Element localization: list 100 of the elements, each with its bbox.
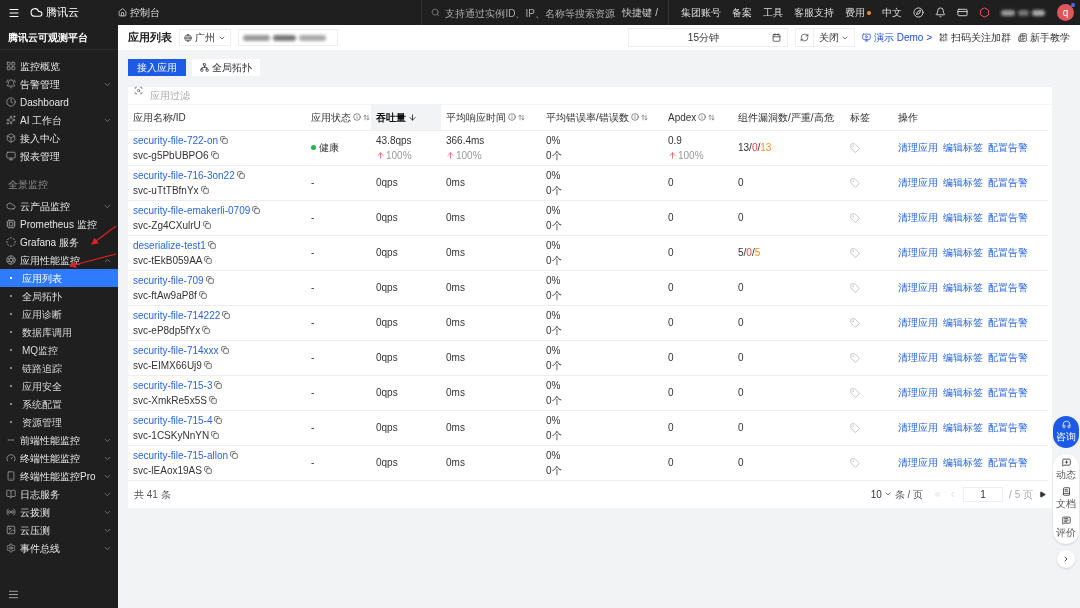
action-link[interactable]: 配置告警 xyxy=(988,245,1028,260)
copy-icon[interactable] xyxy=(236,171,245,179)
sidebar-item[interactable]: Prometheus 监控 xyxy=(0,215,118,233)
sidebar-item[interactable]: 终端性能监控 xyxy=(0,449,118,467)
user-avatar[interactable]: q xyxy=(1057,4,1074,21)
sort-icon[interactable] xyxy=(708,113,716,121)
menu-icon[interactable] xyxy=(8,6,20,19)
language-link[interactable]: 中文 xyxy=(882,5,902,20)
info-icon[interactable] xyxy=(508,113,516,122)
copy-icon[interactable] xyxy=(205,276,214,284)
search-field[interactable]: 支持通过实例ID、IP、名称等搜索资源 xyxy=(422,1,617,26)
action-link[interactable]: 编辑标签 xyxy=(943,175,983,190)
topbar-link[interactable]: 费用 xyxy=(845,5,871,20)
copy-icon[interactable] xyxy=(207,241,216,249)
topology-button[interactable]: 全局拓扑 xyxy=(192,59,260,76)
app-name-link[interactable]: security-file-714222 xyxy=(133,307,221,323)
action-link[interactable]: 清理应用 xyxy=(898,350,938,365)
app-name-link[interactable]: security-file-722-on xyxy=(133,132,219,148)
action-link[interactable]: 编辑标签 xyxy=(943,245,983,260)
copy-icon[interactable] xyxy=(222,311,231,319)
sidebar-subitem[interactable]: 应用列表 xyxy=(0,269,118,287)
page-size-select[interactable]: 10 xyxy=(870,486,892,502)
sort-descending-icon[interactable] xyxy=(408,112,417,122)
app-name-link[interactable]: security-file-716-3on22 xyxy=(133,167,235,183)
refresh-icon[interactable] xyxy=(799,33,809,42)
page-input[interactable]: 1 xyxy=(963,486,1004,502)
sidebar-item[interactable]: 接入中心 xyxy=(0,129,118,147)
sidebar-item[interactable]: Dashboard xyxy=(0,93,118,111)
action-link[interactable]: 清理应用 xyxy=(898,315,938,330)
sort-icon[interactable] xyxy=(518,113,525,121)
action-link[interactable]: 配置告警 xyxy=(988,350,1028,365)
app-name-link[interactable]: deserialize-test1 xyxy=(133,237,206,253)
sidebar-subitem[interactable]: 链路追踪 xyxy=(0,359,118,377)
next-page-icon[interactable] xyxy=(1039,490,1046,498)
sidebar-subitem[interactable]: 应用安全 xyxy=(0,377,118,395)
copy-icon[interactable] xyxy=(211,431,220,439)
wallet-icon[interactable] xyxy=(957,7,968,18)
action-link[interactable]: 配置告警 xyxy=(988,385,1028,400)
app-name-link[interactable]: security-file-715-allon xyxy=(133,447,229,463)
action-link[interactable]: 配置告警 xyxy=(988,420,1028,435)
app-name-link[interactable]: security-file-emakerli-0709 xyxy=(133,202,251,218)
copy-icon[interactable] xyxy=(230,451,239,459)
action-link[interactable]: 清理应用 xyxy=(898,210,938,225)
app-name-link[interactable]: security-file-714xxx xyxy=(133,342,219,358)
action-link[interactable]: 清理应用 xyxy=(898,140,938,155)
copy-icon[interactable] xyxy=(220,136,229,144)
console-link[interactable]: 控制台 xyxy=(118,5,160,20)
sidebar-item[interactable]: 云拨测 xyxy=(0,503,118,521)
sidebar-item[interactable]: 报表管理 xyxy=(0,147,118,165)
topbar-link[interactable]: 工具 xyxy=(763,5,783,20)
info-icon[interactable] xyxy=(698,113,707,122)
sidebar-subitem[interactable]: 全局拓扑 xyxy=(0,287,118,305)
action-link[interactable]: 配置告警 xyxy=(988,210,1028,225)
time-range-picker[interactable]: 15分钟 xyxy=(627,28,788,47)
action-link[interactable]: 清理应用 xyxy=(898,385,938,400)
app-name-link[interactable]: security-file-715-3 xyxy=(133,377,213,393)
compass-icon[interactable] xyxy=(913,7,924,18)
action-link[interactable]: 编辑标签 xyxy=(943,420,983,435)
action-link[interactable]: 配置告警 xyxy=(988,315,1028,330)
info-icon[interactable] xyxy=(630,113,639,122)
sidebar-item[interactable]: 云产品监控 xyxy=(0,197,118,215)
sidebar-item[interactable]: 日志服务 xyxy=(0,485,118,503)
action-link[interactable]: 清理应用 xyxy=(898,175,938,190)
hexagon-logo-icon[interactable] xyxy=(979,7,990,18)
add-app-button[interactable]: 接入应用 xyxy=(128,59,186,76)
action-link[interactable]: 清理应用 xyxy=(898,455,938,470)
sidebar-item[interactable]: 监控概览 xyxy=(0,57,118,75)
sidebar-subitem[interactable]: MQ监控 xyxy=(0,341,118,359)
sort-icon[interactable] xyxy=(640,113,648,121)
topbar-link[interactable]: 备案 xyxy=(732,5,752,20)
sort-icon[interactable] xyxy=(363,113,370,121)
copy-icon[interactable] xyxy=(252,206,261,214)
copy-icon[interactable] xyxy=(208,396,217,404)
copy-icon[interactable] xyxy=(198,291,207,299)
redacted-username[interactable] xyxy=(1001,9,1046,16)
filter-field[interactable]: 应用过滤 xyxy=(128,87,1052,104)
sidebar-item[interactable]: AI 工作台 xyxy=(0,111,118,129)
info-icon[interactable] xyxy=(353,113,361,122)
qr-link[interactable]: 扫码关注加群 xyxy=(939,30,1011,45)
topbar-link[interactable]: 客服支持 xyxy=(794,5,834,20)
sidebar-item[interactable]: 云压测 xyxy=(0,521,118,539)
action-link[interactable]: 编辑标签 xyxy=(943,280,983,295)
app-name-link[interactable]: security-file-709 xyxy=(133,272,204,288)
action-link[interactable]: 清理应用 xyxy=(898,280,938,295)
sidebar-subitem[interactable]: 资源管理 xyxy=(0,413,118,431)
action-link[interactable]: 清理应用 xyxy=(898,420,938,435)
action-link[interactable]: 编辑标签 xyxy=(943,210,983,225)
help-item[interactable]: 文档 xyxy=(1056,487,1076,511)
sidebar-item[interactable]: 终端性能监控Pro xyxy=(0,467,118,485)
help-item[interactable]: 动态 xyxy=(1056,458,1076,482)
action-link[interactable]: 编辑标签 xyxy=(943,385,983,400)
action-link[interactable]: 配置告警 xyxy=(988,175,1028,190)
copy-icon[interactable] xyxy=(204,256,213,264)
action-link[interactable]: 编辑标签 xyxy=(943,315,983,330)
bell-icon[interactable] xyxy=(935,7,946,18)
action-link[interactable]: 配置告警 xyxy=(988,455,1028,470)
copy-icon[interactable] xyxy=(214,381,223,389)
sidebar-subitem[interactable]: 应用诊断 xyxy=(0,305,118,323)
sidebar-item[interactable]: Grafana 服务 xyxy=(0,233,118,251)
help-item[interactable]: 评价 xyxy=(1056,516,1076,540)
